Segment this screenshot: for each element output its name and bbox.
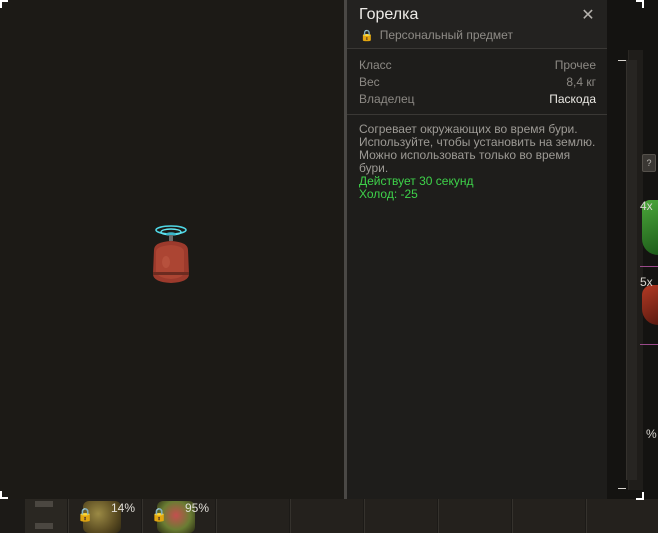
help-button[interactable]: ? <box>642 154 656 172</box>
lock-icon: 🔒 <box>77 507 94 522</box>
property-row: Владелец Паскода <box>359 92 596 109</box>
frame-corner <box>636 492 644 500</box>
item-info-panel: Горелка ✕ 🔒 Персональный предмет Класс Пр… <box>344 0 607 499</box>
panel-header: Горелка ✕ 🔒 Персональный предмет <box>347 0 607 49</box>
close-icon[interactable]: ✕ <box>581 8 595 24</box>
scroll-track[interactable] <box>626 60 637 480</box>
description-text: Согревает окружающих во время бури. Испо… <box>359 122 596 175</box>
personal-item-text: Персональный предмет <box>379 28 513 42</box>
hotbar: 🔒 14% 🔒 95% <box>0 499 658 533</box>
divider-line <box>640 266 658 267</box>
property-value: 8,4 кг <box>566 75 596 89</box>
frame-corner <box>0 0 8 8</box>
property-row: Вес 8,4 кг <box>359 75 596 92</box>
stat-cold: Холод: -25 <box>359 187 418 201</box>
hotbar-slot[interactable] <box>290 499 363 533</box>
durability-percent: 95% <box>184 501 209 515</box>
scroll-cap-bottom <box>618 488 626 489</box>
lock-icon: 🔒 <box>151 507 168 522</box>
hotbar-slot[interactable] <box>438 499 511 533</box>
hotbar-slot[interactable] <box>586 499 658 533</box>
item-title: Горелка <box>359 6 419 23</box>
divider-line <box>640 344 658 345</box>
frame-corner <box>0 491 8 499</box>
hotbar-slot[interactable]: 🔒 14% <box>68 499 141 533</box>
property-key: Класс <box>359 58 392 72</box>
property-value: Прочее <box>554 58 596 72</box>
stack-count: 5x <box>640 275 653 289</box>
divider <box>347 114 607 115</box>
owner-name: Паскода <box>549 92 596 106</box>
stack-count: 4x <box>640 199 653 213</box>
hotbar-stub <box>25 499 67 533</box>
hotbar-slot[interactable]: 🔒 95% <box>142 499 215 533</box>
item-properties: Класс Прочее Вес 8,4 кг Владелец Паскода <box>359 58 596 109</box>
frame-corner <box>636 0 644 8</box>
property-key: Вес <box>359 75 380 89</box>
stub-icon <box>35 523 53 529</box>
stack-count: % <box>646 427 657 441</box>
scrollbar[interactable] <box>604 50 642 499</box>
property-row: Класс Прочее <box>359 58 596 75</box>
property-key: Владелец <box>359 92 415 106</box>
hotbar-slot[interactable] <box>216 499 289 533</box>
item-preview[interactable] <box>0 0 344 499</box>
durability-percent: 14% <box>110 501 135 515</box>
lock-icon: 🔒 <box>360 30 374 42</box>
stub-icon <box>35 501 53 507</box>
scroll-cap-top <box>618 60 626 61</box>
hotbar-slot[interactable] <box>512 499 585 533</box>
item-description: Согревает окружающих во время бури. Испо… <box>359 123 599 201</box>
hotbar-slot[interactable] <box>364 499 437 533</box>
personal-item-label: 🔒 Персональный предмет <box>360 28 513 42</box>
gas-burner-model <box>153 225 189 283</box>
